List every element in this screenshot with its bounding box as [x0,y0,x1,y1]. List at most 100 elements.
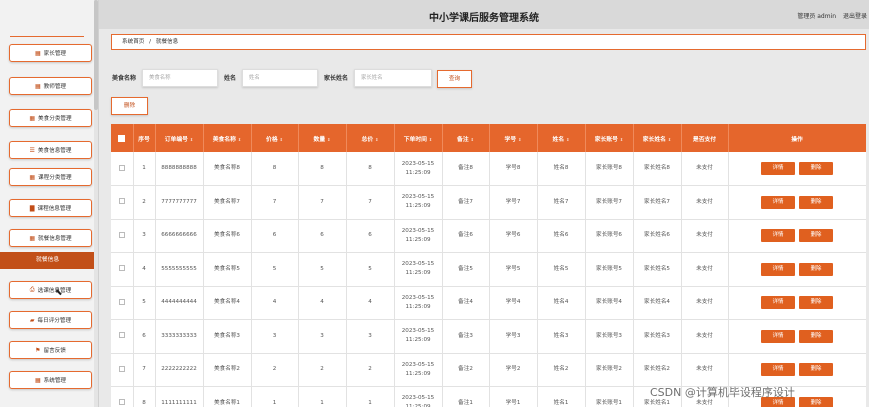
cell-food: 美食名称5 [203,252,252,287]
column-header[interactable]: 订单编号 ⇕ [155,124,204,152]
detail-button[interactable]: 详情 [761,296,795,310]
sort-icon[interactable]: ⇕ [620,137,623,142]
sidebar-item-4[interactable]: ☰ 美食信息管理 [9,141,92,159]
cell-order: 8888888888 [155,152,204,186]
sidebar-item-6[interactable]: ▇ 课程信息管理 [9,199,92,217]
column-header[interactable]: 是否支付 [681,124,729,152]
row-select[interactable] [111,152,134,186]
scrollbar-thumb[interactable] [94,0,98,110]
row-checkbox[interactable] [118,198,125,205]
sidebar-item-lower-1[interactable]: ⎙ 选课信息管理 [9,281,92,299]
sort-icon[interactable]: ⇕ [280,137,283,142]
delete-button[interactable]: 删除 [799,396,833,407]
sidebar-item-lower-2[interactable]: ▰ 每日评分管理 [9,311,92,329]
row-select[interactable] [111,353,134,387]
sort-icon[interactable]: ⇕ [668,137,671,142]
column-header[interactable]: 家长账号 ⇕ [585,124,634,152]
delete-button[interactable]: 删除 [799,296,833,310]
row-select[interactable] [111,219,134,253]
cell-total: 6 [346,219,395,253]
sort-icon[interactable]: ⇕ [471,137,474,142]
sort-icon[interactable]: ⇕ [566,137,569,142]
cell-price: 6 [251,219,299,253]
detail-button[interactable]: 详情 [761,363,795,377]
row-select[interactable] [111,286,134,320]
sort-icon[interactable]: ⇕ [190,137,193,142]
query-button[interactable]: 查询 [437,70,472,88]
select-all-checkbox[interactable] [118,134,126,142]
batch-delete-button[interactable]: 删除 [111,97,148,115]
detail-button[interactable]: 详情 [761,162,795,175]
delete-button[interactable]: 删除 [799,162,833,175]
column-header[interactable]: 备注 ⇕ [442,124,490,152]
dining-table: 序号 订单编号 ⇕ 美食名称 ⇕ 价格 ⇕ 数量 ⇕ 总价 ⇕ 下单时间 ⇕ 备注 ⇕ 学号 ⇕ 姓名 ⇕ 家长账号 ⇕… [111,124,866,407]
sort-icon[interactable]: ⇕ [327,137,330,142]
column-header[interactable]: 数量 ⇕ [298,124,347,152]
detail-button[interactable]: 详情 [761,262,795,276]
sort-icon[interactable]: ⇕ [518,137,521,142]
cell-food: 美食名称2 [203,353,252,387]
row-select[interactable] [111,185,134,220]
parent-name-input[interactable]: 家长姓名 [354,69,432,87]
column-header[interactable]: 序号 [133,124,156,152]
column-header[interactable]: 学号 ⇕ [489,124,538,152]
row-checkbox[interactable] [118,164,125,171]
delete-button[interactable]: 删除 [799,329,833,343]
parent-name-label: 家长姓名 [324,75,349,82]
row-select[interactable] [111,319,134,354]
row-checkbox[interactable] [118,332,125,339]
row-select[interactable] [111,386,134,407]
sidebar-item-2[interactable]: ▦ 教师管理 [9,77,92,95]
cell-name: 姓名2 [537,353,586,387]
sidebar-item-lower-4[interactable]: ▦ 系统管理 [9,371,92,389]
row-checkbox[interactable] [118,365,125,372]
column-header-label: 家长账号 [594,136,618,143]
header-select-all[interactable] [111,124,134,152]
sidebar-item-label: 每日评分管理 [37,318,72,324]
cell-order-time: 2023-05-15 11:25:09 [394,252,443,287]
sidebar-item-1[interactable]: ▦ 家长管理 [9,44,92,62]
column-header[interactable]: 价格 ⇕ [251,124,299,152]
delete-button[interactable]: 删除 [799,262,833,276]
delete-button[interactable]: 删除 [799,195,833,209]
sort-icon[interactable]: ⇕ [375,137,378,142]
row-select[interactable] [111,252,134,287]
delete-button[interactable]: 删除 [799,363,833,377]
column-header-label: 数量 [313,136,326,143]
cell-sid: 学号8 [489,152,538,186]
app-root: ▦ 家长管理 ▦ 教师管理 ▦ 美食分类管理 ☰ 美食信息管理 ▦ 课程分类管理 ▇ 课程信息管理 ▦ 就… [0,0,869,407]
column-header[interactable]: 总价 ⇕ [346,124,395,152]
student-name-input[interactable]: 姓名 [242,69,318,87]
table-row: 6 3333333333 美食名称3 3 3 3 2023-05-15 11:25:09 备注3… [111,319,866,354]
detail-button[interactable]: 详情 [761,329,795,343]
cell-name: 姓名3 [537,319,586,354]
sidebar-scrollbar[interactable] [94,0,98,407]
table-row: 7 2222222222 美食名称2 2 2 2 2023-05-15 11:25:09 备注2… [111,353,866,387]
sidebar-item-lower-3[interactable]: ⚑ 留言反馈 [9,341,92,359]
cell-idx: 4 [133,252,156,287]
cell-idx: 1 [133,152,156,186]
detail-button[interactable]: 详情 [761,229,795,243]
data-table-container: 序号 订单编号 ⇕ 美食名称 ⇕ 价格 ⇕ 数量 ⇕ 总价 ⇕ 下单时间 ⇕ 备注 ⇕ 学号 ⇕ 姓名 ⇕ 家长账号 ⇕… [111,124,866,407]
detail-button[interactable]: 详情 [761,195,795,209]
breadcrumb-home[interactable]: 系统首页 [122,39,144,45]
row-checkbox[interactable] [118,265,125,272]
sidebar-subitem-dining-info[interactable]: 就餐信息 [0,252,94,269]
column-header[interactable]: 美食名称 ⇕ [203,124,252,152]
row-checkbox[interactable] [118,399,125,406]
cell-idx: 2 [133,185,156,220]
sort-icon[interactable]: ⇕ [429,137,432,142]
sidebar-item-7[interactable]: ▦ 就餐信息管理 [9,229,92,247]
column-header[interactable]: 下单时间 ⇕ [394,124,443,152]
sidebar-item-5[interactable]: ▦ 课程分类管理 [9,168,92,186]
cell-food: 美食名称4 [203,286,252,320]
sidebar-item-3[interactable]: ▦ 美食分类管理 [9,109,92,127]
row-checkbox[interactable] [118,298,125,305]
row-checkbox[interactable] [118,231,125,238]
delete-button[interactable]: 删除 [799,229,833,243]
column-header[interactable]: 姓名 ⇕ [537,124,586,152]
sort-icon[interactable]: ⇕ [238,137,241,142]
logout-link[interactable]: 退出登录 [843,13,867,20]
column-header[interactable]: 家长姓名 ⇕ [633,124,682,152]
food-name-input[interactable]: 美食名称 [142,69,218,87]
